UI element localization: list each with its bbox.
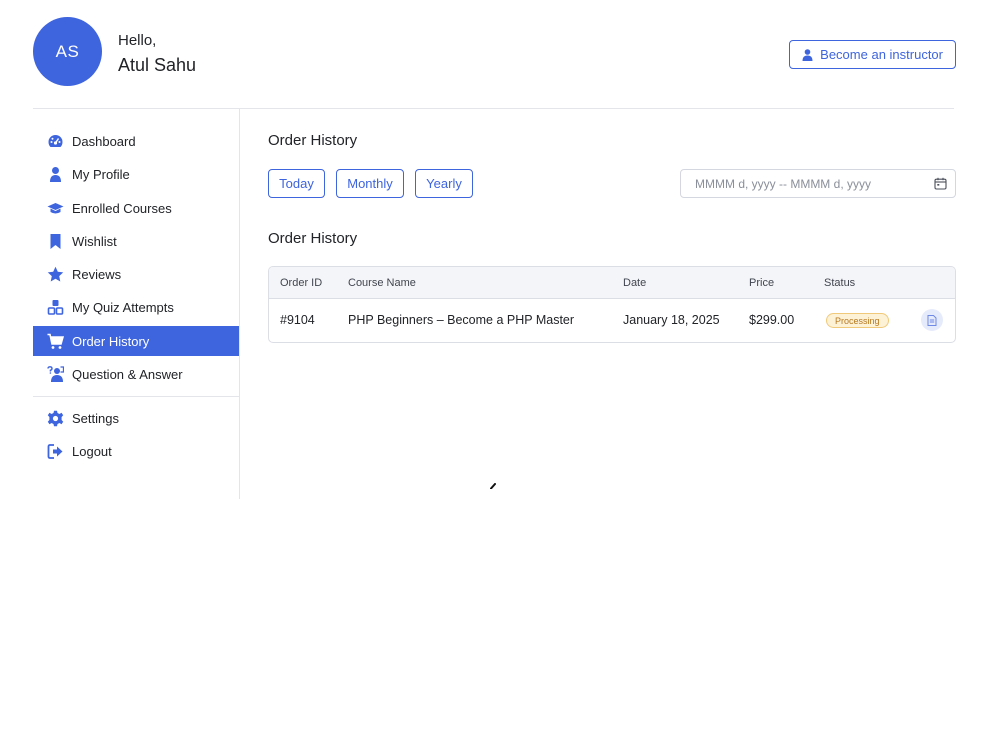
document-icon bbox=[927, 314, 937, 326]
sidebar-nav: Dashboard My Profile Enrolled Courses Wi… bbox=[33, 109, 240, 499]
avatar[interactable]: AS bbox=[33, 17, 102, 86]
order-history-table: Order ID Course Name Date Price Status #… bbox=[268, 266, 956, 343]
filter-monthly-button[interactable]: Monthly bbox=[336, 169, 404, 198]
sidebar-item-enrolled-courses[interactable]: Enrolled Courses bbox=[33, 193, 239, 223]
question-answer-icon bbox=[47, 366, 64, 383]
user-icon bbox=[802, 48, 813, 61]
bookmark-icon bbox=[47, 233, 64, 250]
sidebar-item-logout[interactable]: Logout bbox=[33, 436, 239, 466]
logout-icon bbox=[47, 443, 64, 460]
page-title: Order History bbox=[268, 132, 358, 149]
table-title: Order History bbox=[268, 230, 358, 247]
sidebar-item-label: Logout bbox=[72, 444, 112, 459]
sidebar-item-label: Wishlist bbox=[72, 234, 117, 249]
dashboard-header: AS Hello, Atul Sahu Become an instructor bbox=[33, 17, 956, 87]
sidebar-item-label: Question & Answer bbox=[72, 367, 183, 382]
sidebar-item-label: Order History bbox=[72, 334, 150, 349]
sidebar-item-settings[interactable]: Settings bbox=[33, 403, 239, 433]
greeting-text: Hello, bbox=[118, 32, 157, 49]
sidebar-item-label: Reviews bbox=[72, 267, 122, 282]
status-badge: Processing bbox=[826, 313, 889, 328]
table-row: #9104 PHP Beginners – Become a PHP Maste… bbox=[269, 299, 955, 342]
calendar-icon[interactable] bbox=[934, 177, 947, 190]
gear-icon bbox=[47, 410, 64, 427]
cart-icon bbox=[47, 333, 64, 350]
sidebar-item-question-answer[interactable]: Question & Answer bbox=[33, 359, 239, 389]
filter-yearly-button[interactable]: Yearly bbox=[415, 169, 473, 198]
user-icon bbox=[47, 166, 64, 183]
sidebar-item-wishlist[interactable]: Wishlist bbox=[33, 226, 239, 256]
sidebar-item-reviews[interactable]: Reviews bbox=[33, 259, 239, 289]
course-name-cell: PHP Beginners – Become a PHP Master bbox=[348, 313, 575, 327]
column-header-price: Price bbox=[749, 277, 775, 289]
sidebar-item-label: Enrolled Courses bbox=[72, 201, 172, 216]
dashboard-icon bbox=[47, 133, 64, 150]
date-cell: January 18, 2025 bbox=[623, 313, 720, 327]
quiz-icon bbox=[47, 299, 64, 316]
become-instructor-button[interactable]: Become an instructor bbox=[789, 40, 956, 69]
price-cell: $299.00 bbox=[749, 313, 795, 327]
column-header-date: Date bbox=[623, 277, 647, 289]
date-range-input[interactable]: MMMM d, yyyy -- MMMM d, yyyy bbox=[680, 169, 956, 198]
invoice-button[interactable] bbox=[921, 309, 943, 331]
sidebar-item-quiz-attempts[interactable]: My Quiz Attempts bbox=[33, 292, 239, 322]
mouse-cursor-icon bbox=[490, 483, 496, 489]
column-header-order-id: Order ID bbox=[280, 277, 323, 289]
sidebar-item-my-profile[interactable]: My Profile bbox=[33, 159, 239, 189]
sidebar-item-dashboard[interactable]: Dashboard bbox=[33, 126, 239, 156]
sidebar-item-label: My Profile bbox=[72, 167, 130, 182]
graduation-cap-icon bbox=[47, 200, 64, 217]
sidebar-item-order-history[interactable]: Order History bbox=[33, 326, 239, 356]
date-range-placeholder: MMMM d, yyyy -- MMMM d, yyyy bbox=[695, 176, 871, 191]
sidebar-item-label: Settings bbox=[72, 411, 119, 426]
column-header-course-name: Course Name bbox=[348, 277, 416, 289]
table-header: Order ID Course Name Date Price Status bbox=[269, 267, 955, 299]
order-id-cell: #9104 bbox=[280, 313, 315, 327]
star-icon bbox=[47, 266, 64, 283]
sidebar-item-label: Dashboard bbox=[72, 134, 136, 149]
sidebar-item-label: My Quiz Attempts bbox=[72, 300, 174, 315]
become-instructor-label: Become an instructor bbox=[820, 47, 943, 62]
filter-today-button[interactable]: Today bbox=[268, 169, 325, 198]
column-header-status: Status bbox=[824, 277, 856, 289]
sidebar-divider bbox=[33, 396, 239, 397]
user-name: Atul Sahu bbox=[118, 55, 197, 75]
